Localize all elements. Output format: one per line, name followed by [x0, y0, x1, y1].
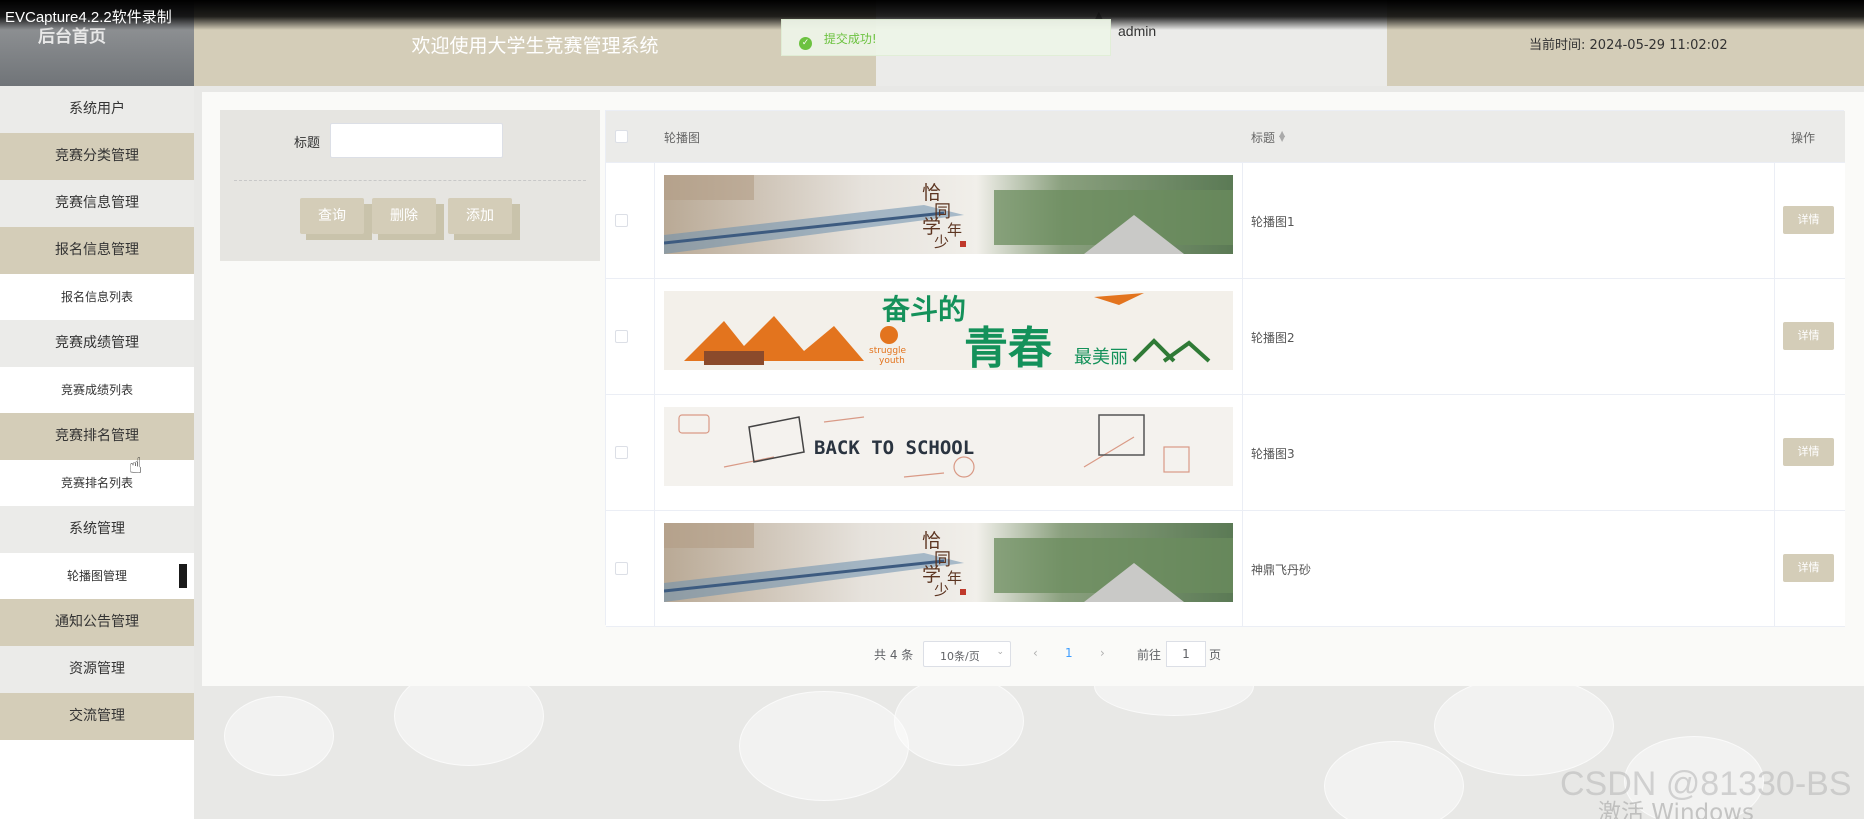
goto-page-input[interactable]: 1	[1166, 641, 1206, 667]
carousel-table: 轮播图 标题 ▲ ▼ 操作 恰 同 学 少 年 轮播图1 详情 奋斗的 青春 最…	[605, 110, 1845, 627]
chevron-down-icon: ⌄	[996, 647, 1004, 657]
col-title-label: 标题	[1251, 131, 1276, 145]
row-title: 轮播图2	[1251, 331, 1295, 345]
detail-button[interactable]: 详情	[1783, 438, 1834, 466]
carousel-image: 恰 同 学 少 年	[664, 175, 1233, 254]
carousel-image: 恰 同 学 少 年	[664, 523, 1233, 602]
col-image: 轮播图	[664, 131, 701, 145]
sidebar: 系统用户 竞赛分类管理 竞赛信息管理 报名信息管理 报名信息列表 竞赛成绩管理 …	[0, 86, 194, 819]
row-checkbox[interactable]	[615, 562, 628, 575]
sidebar-item-ranking[interactable]: 竞赛排名管理	[0, 413, 194, 460]
carousel-image: BACK TO SCHOOL	[664, 407, 1233, 486]
detail-button[interactable]: 详情	[1783, 322, 1834, 350]
time-label: 当前时间:	[1529, 38, 1586, 53]
next-page-button[interactable]: ›	[1100, 646, 1105, 660]
sidebar-item-signup[interactable]: 报名信息管理	[0, 227, 194, 274]
table-row: BACK TO SCHOOL 轮播图3 详情	[606, 395, 1845, 511]
divider	[234, 180, 586, 181]
hand-cursor-icon: ☝	[129, 454, 143, 479]
user-name[interactable]: admin	[1118, 23, 1156, 39]
recorder-title: EVCapture4.2.2软件录制	[5, 9, 172, 26]
banner-text: struggle	[869, 346, 907, 356]
sidebar-item-system[interactable]: 系统管理	[0, 506, 194, 553]
sidebar-subitem-score-list[interactable]: 竞赛成绩列表	[0, 367, 194, 413]
sidebar-item-users[interactable]: 系统用户	[0, 86, 194, 133]
banner-text: 恰	[922, 182, 941, 204]
sidebar-subitem-carousel[interactable]: 轮播图管理	[0, 553, 194, 599]
banner-text: 最美丽	[1074, 347, 1128, 368]
banner-text: 年	[947, 221, 962, 239]
banner-text: 年	[947, 569, 962, 587]
banner-text: 奋斗的	[882, 293, 966, 326]
current-time: 当前时间: 2024-05-29 11:02:02	[1387, 0, 1864, 86]
sidebar-subitem-ranking-list[interactable]: 竞赛排名列表	[0, 460, 194, 506]
success-toast: ✓ 提交成功!	[781, 19, 1111, 56]
sidebar-item-category[interactable]: 竞赛分类管理	[0, 133, 194, 180]
row-checkbox[interactable]	[615, 214, 628, 227]
toast-message: 提交成功!	[823, 32, 877, 46]
row-title: 神鼎飞丹砂	[1251, 563, 1312, 577]
select-all-checkbox[interactable]	[615, 130, 628, 143]
active-indicator	[179, 564, 187, 588]
col-title[interactable]: 标题 ▲ ▼	[1251, 129, 1285, 146]
sidebar-item-resource[interactable]: 资源管理	[0, 646, 194, 693]
delete-button[interactable]: 删除	[372, 198, 436, 234]
prev-page-button[interactable]: ‹	[1033, 646, 1038, 660]
banner-text: 恰	[922, 530, 941, 552]
page-size-select[interactable]: 10条/页 ⌄	[923, 641, 1011, 667]
sidebar-subitem-carousel-label: 轮播图管理	[66, 569, 127, 583]
table-header: 轮播图 标题 ▲ ▼ 操作	[606, 111, 1845, 163]
detail-button[interactable]: 详情	[1783, 554, 1834, 582]
search-panel: 标题 查询 删除 添加	[220, 110, 600, 261]
table-row: 奋斗的 青春 最美丽 struggle youth 轮播图2 详情	[606, 279, 1845, 395]
query-button[interactable]: 查询	[300, 198, 364, 234]
goto-label: 前往	[1137, 648, 1162, 662]
banner-text: BACK TO SCHOOL	[814, 437, 974, 459]
banner-text: 青春	[964, 323, 1052, 370]
sort-icon[interactable]: ▲ ▼	[1279, 130, 1285, 143]
pagination-total: 共 4 条	[874, 648, 914, 662]
table-row: 恰 同 学 少 年 神鼎飞丹砂 详情	[606, 511, 1845, 627]
title-search-input[interactable]	[330, 123, 503, 158]
sidebar-item-notice[interactable]: 通知公告管理	[0, 599, 194, 646]
activate-windows-text: 激活 Windows	[1598, 800, 1754, 819]
title-label: 标题	[294, 136, 321, 151]
sidebar-subitem-signup-list[interactable]: 报名信息列表	[0, 274, 194, 320]
detail-button[interactable]: 详情	[1783, 206, 1834, 234]
goto-suffix: 页	[1209, 648, 1222, 662]
welcome-banner: 欢迎使用大学生竞赛管理系统	[194, 0, 876, 86]
row-checkbox[interactable]	[615, 446, 628, 459]
sidebar-item-competition[interactable]: 竞赛信息管理	[0, 180, 194, 227]
col-action: 操作	[1791, 131, 1816, 145]
time-value: 2024-05-29 11:02:02	[1589, 38, 1728, 53]
check-circle-icon: ✓	[799, 37, 812, 50]
sidebar-item-forum[interactable]: 交流管理	[0, 693, 194, 740]
banner-text: youth	[879, 356, 905, 366]
page-number-current[interactable]: 1	[1065, 646, 1073, 660]
table-row: 恰 同 学 少 年 轮播图1 详情	[606, 163, 1845, 279]
row-title: 轮播图3	[1251, 447, 1295, 461]
page-size-value: 10条/页	[940, 650, 980, 663]
sidebar-item-score[interactable]: 竞赛成绩管理	[0, 320, 194, 367]
add-button[interactable]: 添加	[448, 198, 512, 234]
row-checkbox[interactable]	[615, 330, 628, 343]
row-title: 轮播图1	[1251, 215, 1295, 229]
carousel-image: 奋斗的 青春 最美丽 struggle youth	[664, 291, 1233, 370]
